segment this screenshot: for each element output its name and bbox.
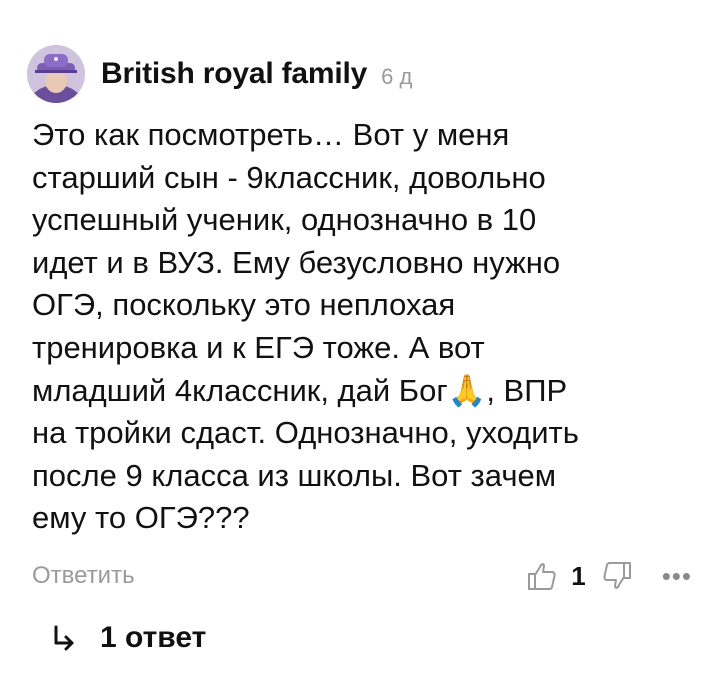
comment-timestamp: 6 д — [381, 64, 413, 89]
praying-hands-emoji: 🙏 — [447, 372, 487, 409]
more-options-button[interactable]: ••• — [662, 563, 692, 589]
author-name[interactable]: British royal family — [101, 57, 367, 91]
thumbs-up-icon[interactable] — [527, 560, 557, 592]
comment-text-part-1: Это как посмотреть… Вот у меня старший с… — [32, 117, 561, 408]
comment-text: Это как посмотреть… Вот у меня старший с… — [32, 114, 702, 540]
comment-card: British royal family 6 д Это как посмотр… — [0, 0, 720, 688]
replies-count-label: 1 ответ — [100, 621, 207, 654]
comment-footer: Ответить 1 ••• — [32, 558, 692, 594]
comment-actions: 1 ••• — [527, 558, 692, 594]
thumbs-down-icon[interactable] — [602, 560, 632, 592]
like-count: 1 — [571, 560, 586, 591]
comment-header: British royal family 6 д — [27, 43, 412, 105]
reply-button[interactable]: Ответить — [32, 558, 135, 594]
author-avatar[interactable] — [27, 45, 85, 103]
show-replies-button[interactable]: 1 ответ — [52, 616, 206, 660]
reply-arrow-icon — [52, 625, 76, 651]
avatar-image — [27, 45, 85, 103]
